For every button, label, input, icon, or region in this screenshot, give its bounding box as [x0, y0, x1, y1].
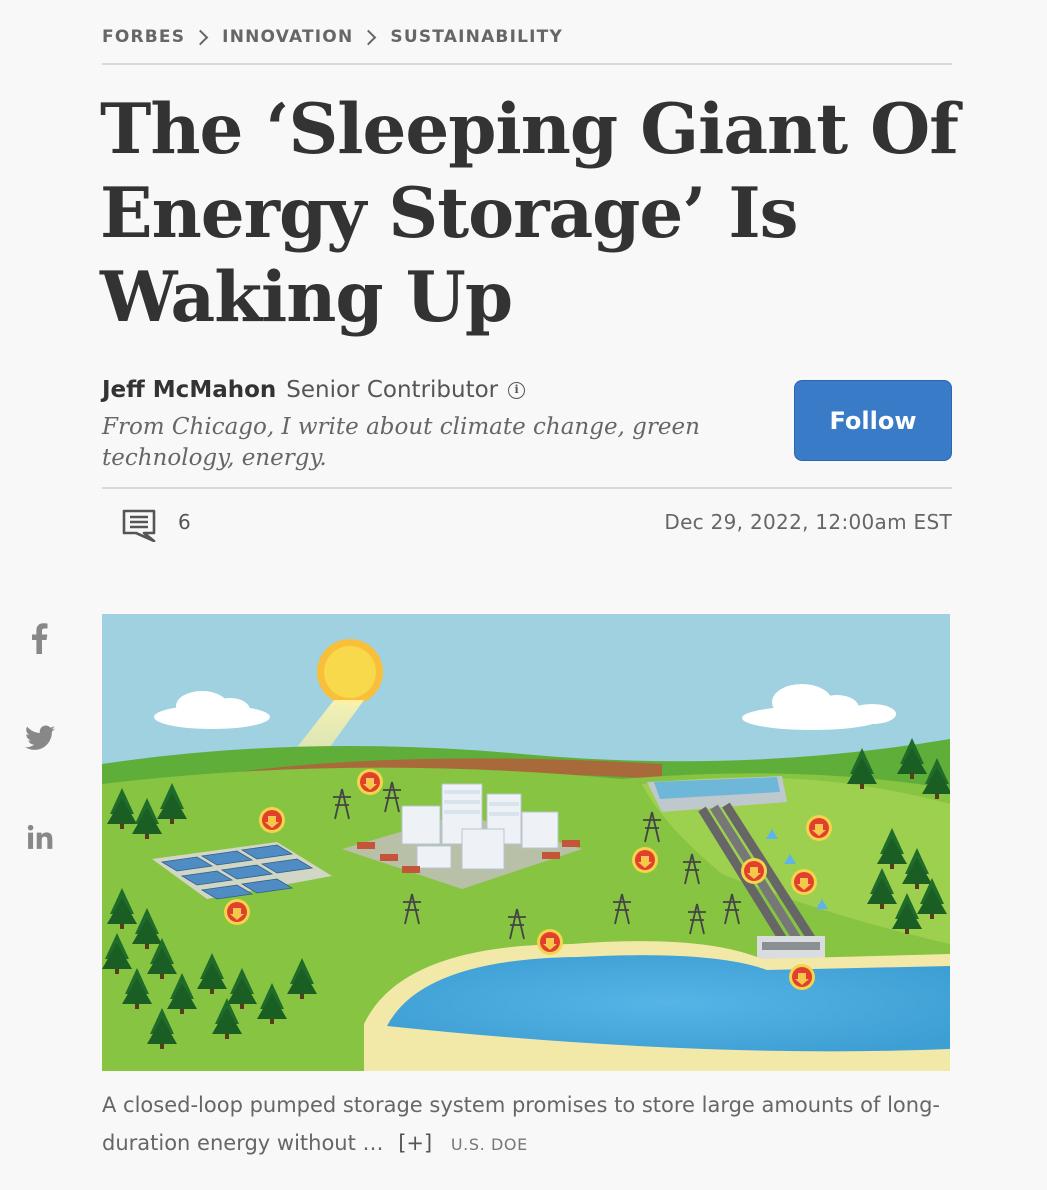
- breadcrumb: FORBES INNOVATION SUSTAINABILITY: [102, 27, 563, 47]
- image-caption: A closed-loop pumped storage system prom…: [102, 1086, 952, 1164]
- hero-image[interactable]: [102, 614, 950, 1071]
- twitter-icon: [25, 725, 55, 756]
- comments-link[interactable]: 6: [122, 508, 191, 547]
- breadcrumb-item-forbes[interactable]: FORBES: [102, 27, 185, 47]
- share-facebook-button[interactable]: [20, 622, 60, 659]
- breadcrumb-item-sustainability[interactable]: SUSTAINABILITY: [390, 27, 563, 47]
- caption-expand-button[interactable]: [+]: [398, 1131, 432, 1155]
- publish-date: Dec 29, 2022, 12:00am EST: [664, 510, 952, 534]
- share-twitter-button[interactable]: [20, 725, 60, 756]
- breadcrumb-item-innovation[interactable]: INNOVATION: [222, 27, 353, 47]
- share-linkedin-button[interactable]: [20, 824, 60, 855]
- author-block: Jeff McMahon Senior Contributor i From C…: [102, 374, 762, 474]
- chevron-right-icon: [361, 29, 377, 45]
- follow-button[interactable]: Follow: [794, 380, 952, 461]
- image-credit: U.S. DOE: [450, 1135, 528, 1154]
- info-icon[interactable]: i: [508, 381, 526, 399]
- author-role: Senior Contributor: [286, 377, 499, 403]
- divider: [102, 63, 952, 65]
- divider: [102, 487, 952, 489]
- comment-icon[interactable]: [122, 508, 156, 547]
- author-bio: From Chicago, I write about climate chan…: [102, 414, 700, 471]
- pumped-storage-illustration: [102, 614, 950, 1071]
- facebook-icon: [31, 622, 49, 659]
- author-line: Jeff McMahon Senior Contributor i: [102, 374, 762, 406]
- chevron-right-icon: [192, 29, 209, 45]
- linkedin-icon: [27, 824, 53, 855]
- article-headline: The ‘Sleeping Giant Of Energy Storage’ I…: [100, 89, 959, 338]
- author-name[interactable]: Jeff McMahon: [102, 374, 276, 406]
- comment-count: 6: [178, 510, 191, 534]
